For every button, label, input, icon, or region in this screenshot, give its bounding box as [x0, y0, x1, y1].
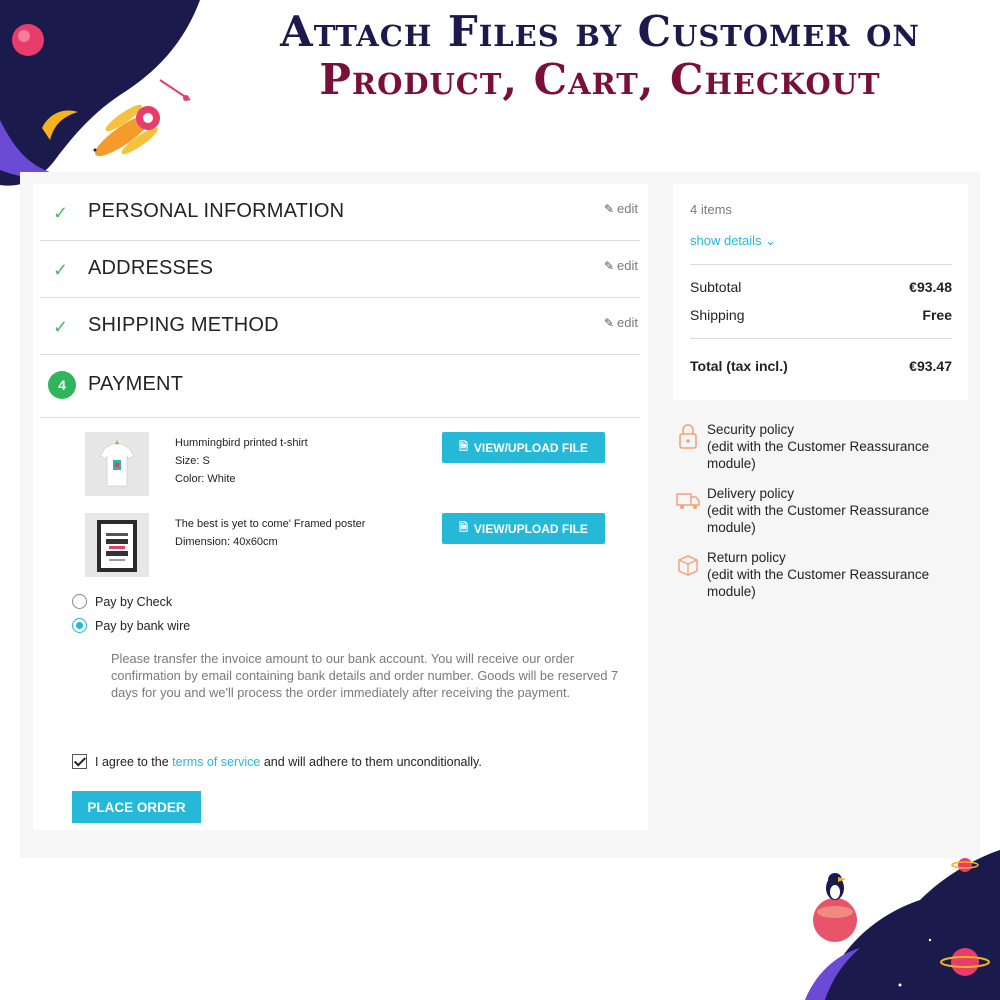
reassurance-title: Delivery policy	[707, 486, 795, 501]
pencil-icon: ✎	[603, 316, 615, 330]
step-title: PERSONAL INFORMATION	[88, 200, 345, 222]
checkout-page: ✓ PERSONAL INFORMATION ✎ edit ✓ ADDRESSES…	[20, 172, 980, 858]
payment-option-label: Pay by bank wire	[95, 618, 191, 633]
terms-checkbox[interactable]	[72, 754, 87, 769]
subtotal-row: Subtotal €93.48	[690, 279, 952, 295]
terms-of-service-link[interactable]: terms of service	[172, 755, 260, 769]
banner-line-2: Product, Cart, Checkout	[319, 55, 881, 104]
reassurance-security: Security policy (edit with the Customer …	[673, 421, 963, 472]
check-icon: ✓	[53, 203, 69, 223]
return-box-icon	[678, 555, 698, 576]
cart-product-row: The best is yet to come' Framed poster D…	[85, 513, 605, 577]
total-value: €93.47	[909, 358, 952, 374]
reassurance-delivery: Delivery policy (edit with the Customer …	[673, 485, 963, 536]
step-title: PAYMENT	[88, 373, 184, 395]
bank-wire-instructions: Please transfer the invoice amount to ou…	[111, 651, 619, 700]
truck-icon	[676, 493, 700, 509]
chevron-down-icon: ⌄	[765, 233, 777, 248]
radio-pay-by-check[interactable]	[72, 594, 87, 609]
edit-link[interactable]: ✎ edit	[604, 258, 638, 273]
space-decoration-bottom-right	[805, 850, 1000, 1000]
divider	[690, 338, 952, 339]
total-label: Total (tax incl.)	[690, 358, 788, 374]
lock-icon	[679, 424, 697, 449]
edit-link[interactable]: ✎ edit	[604, 201, 638, 216]
place-order-button[interactable]: PLACE ORDER	[72, 791, 201, 823]
check-icon: ✓	[53, 260, 69, 280]
product-attribute: Dimension: 40x60cm	[175, 536, 278, 548]
subtotal-label: Subtotal	[690, 279, 742, 295]
shipping-label: Shipping	[690, 307, 745, 323]
product-name: The best is yet to come' Framed poster	[175, 518, 366, 530]
subtotal-value: €93.48	[909, 279, 952, 295]
space-decoration-top-left	[0, 0, 200, 186]
shipping-value: Free	[922, 307, 952, 323]
step-title: SHIPPING METHOD	[88, 314, 279, 336]
step-number-badge: 4	[48, 371, 76, 399]
step-personal-information[interactable]: ✓ PERSONAL INFORMATION ✎ edit	[40, 184, 640, 241]
reassurance-description: (edit with the Customer Reassurance modu…	[707, 567, 930, 599]
payment-option-bank-wire[interactable]: Pay by bank wire	[72, 618, 190, 633]
payment-option-check[interactable]: Pay by Check	[72, 594, 172, 609]
divider	[690, 264, 952, 265]
product-attribute: Size: S	[175, 455, 210, 467]
step-title: ADDRESSES	[88, 257, 214, 279]
reassurance-description: (edit with the Customer Reassurance modu…	[707, 439, 930, 471]
product-name: Hummingbird printed t-shirt	[175, 437, 308, 449]
product-thumbnail-tshirt	[85, 432, 149, 496]
product-thumbnail-poster	[85, 513, 149, 577]
reassurance-title: Security policy	[707, 422, 795, 437]
radio-pay-by-bank-wire[interactable]	[72, 618, 87, 633]
check-icon: ✓	[53, 317, 69, 337]
product-attribute: Color: White	[175, 473, 236, 485]
total-row: Total (tax incl.) €93.47	[690, 358, 952, 374]
step-shipping-method[interactable]: ✓ SHIPPING METHOD ✎ edit	[40, 298, 640, 355]
pencil-icon: ✎	[603, 259, 615, 273]
view-upload-file-button[interactable]: 🗎 VIEW/UPLOAD FILE	[442, 432, 605, 463]
reassurance-title: Return policy	[707, 550, 786, 565]
file-icon: 🗎	[459, 441, 468, 453]
terms-agreement: I agree to the terms of service and will…	[72, 754, 482, 769]
file-icon: 🗎	[459, 522, 468, 534]
cart-summary: 4 items show details ⌄ Subtotal €93.48 S…	[673, 184, 968, 400]
cart-item-count: 4 items	[690, 202, 732, 217]
product-info: Hummingbird printed t-shirt Size: S Colo…	[175, 434, 308, 488]
cart-product-row: Hummingbird printed t-shirt Size: S Colo…	[85, 432, 605, 496]
payment-option-label: Pay by Check	[95, 594, 173, 609]
view-upload-file-button[interactable]: 🗎 VIEW/UPLOAD FILE	[442, 513, 605, 544]
terms-suffix: and will adhere to them unconditionally.	[263, 754, 482, 769]
edit-link[interactable]: ✎ edit	[604, 315, 638, 330]
checkout-steps-card: ✓ PERSONAL INFORMATION ✎ edit ✓ ADDRESSES…	[33, 184, 648, 830]
show-details-link[interactable]: show details ⌄	[690, 233, 776, 249]
shipping-row: Shipping Free	[690, 307, 952, 323]
step-addresses[interactable]: ✓ ADDRESSES ✎ edit	[40, 241, 640, 298]
banner-title: Attach Files by Customer on Product, Car…	[200, 8, 1000, 104]
reassurance-description: (edit with the Customer Reassurance modu…	[707, 503, 930, 535]
terms-prefix: I agree to the	[95, 754, 169, 769]
product-info: The best is yet to come' Framed poster D…	[175, 515, 365, 551]
banner-line-1: Attach Files by Customer on	[280, 7, 920, 56]
step-payment: 4 PAYMENT	[40, 355, 640, 418]
pencil-icon: ✎	[603, 202, 615, 216]
reassurance-return: Return policy (edit with the Customer Re…	[673, 549, 963, 600]
